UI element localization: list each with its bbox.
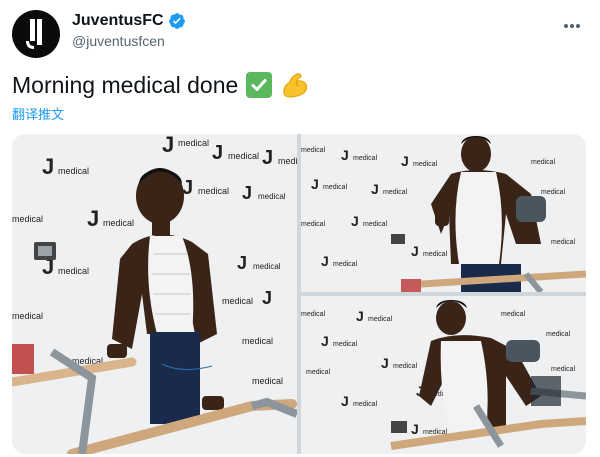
- more-options-button[interactable]: [560, 14, 584, 38]
- svg-text:J: J: [311, 176, 319, 192]
- svg-text:J: J: [401, 153, 409, 169]
- tweet-body: Morning medical done: [12, 70, 310, 100]
- backdrop-label: medical: [363, 221, 388, 228]
- svg-text:J: J: [341, 147, 349, 163]
- backdrop-label: medical: [242, 336, 273, 346]
- backdrop-label: medical: [306, 369, 331, 376]
- backdrop-label: medical: [333, 261, 358, 268]
- svg-text:J: J: [411, 421, 419, 437]
- avatar[interactable]: [12, 10, 60, 58]
- svg-text:J: J: [381, 355, 389, 371]
- backdrop-label: medical: [252, 376, 283, 386]
- more-dots-icon: [564, 24, 580, 28]
- backdrop-label: medical: [393, 363, 418, 370]
- backdrop-label: medical: [222, 296, 253, 306]
- backdrop-label: medical: [531, 159, 556, 166]
- backdrop-label: medical: [178, 138, 209, 148]
- svg-text:J: J: [341, 393, 349, 409]
- handle[interactable]: @juventusfcen: [72, 33, 186, 49]
- backdrop-label: medical: [551, 366, 576, 373]
- svg-text:J: J: [242, 183, 252, 203]
- photo-medical-walk[interactable]: J medical J medical J medical J medical …: [12, 134, 297, 454]
- svg-text:J: J: [237, 253, 247, 273]
- backdrop-label: medical: [301, 311, 326, 318]
- backdrop-label: medical: [12, 214, 43, 224]
- backdrop-label: medical: [253, 262, 281, 271]
- flexed-biceps-icon: [283, 73, 308, 98]
- display-name[interactable]: JuventusFC: [72, 12, 164, 30]
- backdrop-label: medical: [228, 151, 259, 161]
- backdrop-label: medical: [323, 184, 348, 191]
- backdrop-label: medical: [58, 166, 89, 176]
- backdrop-label: medical: [12, 311, 43, 321]
- backdrop-label: medical: [423, 251, 448, 258]
- svg-text:J: J: [262, 147, 273, 169]
- svg-text:J: J: [351, 213, 359, 229]
- backdrop-label: medical: [368, 316, 393, 323]
- translate-tweet-link[interactable]: 翻译推文: [12, 104, 64, 123]
- backdrop-label: medical: [383, 189, 408, 196]
- media-grid: J medical J medical J medical J medical …: [12, 134, 586, 454]
- svg-text:J: J: [411, 243, 419, 259]
- backdrop-label: medical: [353, 155, 378, 162]
- photo-medical-thumbs-up[interactable]: medical J medical J medical J medical J …: [301, 134, 586, 292]
- juventus-logo-icon: [26, 19, 42, 49]
- photo-medical-test[interactable]: medical J medical J medical medical J me…: [301, 296, 586, 454]
- backdrop-label: medical: [413, 161, 438, 168]
- backdrop-label: medical: [301, 221, 326, 228]
- backdrop-label: medical: [301, 147, 326, 154]
- svg-text:J: J: [162, 134, 174, 157]
- svg-text:J: J: [371, 181, 379, 197]
- backdrop-label: medical: [278, 156, 297, 166]
- svg-text:J: J: [87, 206, 99, 231]
- verified-badge-icon: [168, 13, 185, 29]
- backdrop-label: medical: [103, 218, 134, 228]
- svg-text:J: J: [42, 154, 54, 179]
- svg-text:J: J: [262, 288, 272, 308]
- backdrop-label: medical: [501, 311, 526, 318]
- backdrop-label: medical: [353, 401, 378, 408]
- backdrop-label: medical: [58, 266, 89, 276]
- backdrop-label: medical: [551, 239, 576, 246]
- tweet-text: Morning medical done: [12, 71, 239, 98]
- tweet-header: JuventusFC @juventusfcen: [12, 10, 588, 60]
- backdrop-label: medical: [198, 186, 229, 196]
- backdrop-label: medical: [333, 341, 358, 348]
- backdrop-label: medical: [546, 331, 571, 338]
- svg-text:J: J: [321, 253, 329, 269]
- backdrop-label: medical: [258, 192, 286, 201]
- svg-text:J: J: [321, 333, 329, 349]
- svg-text:J: J: [212, 142, 223, 164]
- svg-text:J: J: [356, 308, 364, 324]
- backdrop-label: medical: [541, 189, 566, 196]
- check-mark-icon: [246, 72, 273, 98]
